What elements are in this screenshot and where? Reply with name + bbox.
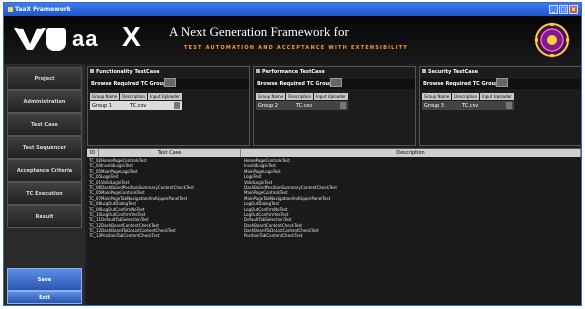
browse-label: Browse Required TC Group xyxy=(91,81,167,87)
column-description[interactable]: Description xyxy=(120,93,148,100)
header-banner: aa X A Next Generation Framework for TES… xyxy=(4,16,581,64)
browse-button[interactable] xyxy=(164,78,176,87)
panel-icon xyxy=(90,69,94,73)
browse-button[interactable] xyxy=(496,78,508,87)
app-icon xyxy=(8,7,13,12)
column-group-name[interactable]: Group Name xyxy=(422,93,452,100)
panel-title: Security TestCase xyxy=(428,69,478,75)
group-row[interactable]: Group 1 TC.csv xyxy=(90,101,182,110)
maximize-button[interactable]: □ xyxy=(559,5,568,14)
column-header-id[interactable]: ID xyxy=(87,149,99,157)
panel-title: Performance TestCase xyxy=(262,69,325,75)
sidebar-item-acceptance-criteria[interactable]: Acceptance Criteria xyxy=(7,159,82,182)
functionality-testcase-panel: Functionality TestCase Browse Required T… xyxy=(87,66,250,146)
browse-button[interactable] xyxy=(330,78,342,87)
sidebar-item-test-sequencer[interactable]: Test Sequencer xyxy=(7,136,82,159)
cell-description: PositionTabContentCheckTest xyxy=(244,233,303,239)
gear-emblem-icon xyxy=(534,22,570,58)
group-name: Group 1 xyxy=(92,103,112,109)
column-header-description[interactable]: Description xyxy=(241,149,581,157)
panel-icon xyxy=(256,69,260,73)
minimize-button[interactable]: _ xyxy=(549,5,558,14)
cell-test-case: PositionTabContentCheckTest xyxy=(101,233,160,239)
group-file: TC.csv xyxy=(296,103,313,109)
security-testcase-panel: Security TestCase Browse Required TC Gro… xyxy=(419,66,581,146)
column-description[interactable]: Description xyxy=(452,93,480,100)
panel-title: Functionality TestCase xyxy=(96,69,160,75)
testcase-table: ID Test Case Description TC_02 HomePageCo… xyxy=(87,148,581,305)
save-button[interactable]: Save xyxy=(7,268,82,291)
column-input-uploader[interactable]: Input Uploader xyxy=(314,93,348,100)
cell-id: TC_13 xyxy=(89,233,102,239)
column-input-uploader[interactable]: Input Uploader xyxy=(148,93,182,100)
column-description[interactable]: Description xyxy=(286,93,314,100)
sidebar-item-result[interactable]: Result xyxy=(7,205,82,228)
performance-testcase-panel: Performance TestCase Browse Required TC … xyxy=(253,66,416,146)
sidebar-nav: Project Administration Test Case Test Se… xyxy=(4,64,85,305)
group-name: Group 2 xyxy=(258,103,278,109)
group-row[interactable]: Group 3 TC.csv xyxy=(422,101,514,110)
browse-label: Browse Required TC Group xyxy=(257,81,333,87)
banner-headline: A Next Generation Framework for xyxy=(169,24,349,39)
group-file: TC.csv xyxy=(130,103,147,109)
sidebar-item-project[interactable]: Project xyxy=(7,67,82,90)
group-name: Group 3 xyxy=(424,103,444,109)
brand-logo-x: X xyxy=(122,21,141,52)
upload-button[interactable] xyxy=(174,102,180,109)
title-bar[interactable]: TaaX Framework _ □ x xyxy=(4,3,581,16)
close-button[interactable]: x xyxy=(569,5,578,14)
brand-logo-t xyxy=(46,28,66,51)
sidebar-item-tc-execution[interactable]: TC Execution xyxy=(7,182,82,205)
banner-tagline: TEST AUTOMATION AND ACCEPTANCE WITH EXTE… xyxy=(184,45,409,51)
column-input-uploader[interactable]: Input Uploader xyxy=(480,93,514,100)
column-header-test-case[interactable]: Test Case xyxy=(99,149,241,157)
exit-button[interactable]: Exit xyxy=(7,291,82,304)
window-title: TaaX Framework xyxy=(15,6,71,13)
table-body: TC_02 HomePageControlsTest HomePageControl… xyxy=(87,158,581,239)
upload-button[interactable] xyxy=(506,102,512,109)
panel-icon xyxy=(422,69,426,73)
column-group-name[interactable]: Group Name xyxy=(256,93,286,100)
group-row[interactable]: Group 2 TC.csv xyxy=(256,101,348,110)
brand-logo-aa: aa xyxy=(72,26,99,51)
brand-logo xyxy=(14,27,46,50)
main-window: TaaX Framework _ □ x aa X A Next Generat… xyxy=(3,2,582,306)
upload-button[interactable] xyxy=(340,102,346,109)
column-group-name[interactable]: Group Name xyxy=(90,93,120,100)
sidebar-item-test-case[interactable]: Test Case xyxy=(7,113,82,136)
group-file: TC.csv xyxy=(462,103,479,109)
sidebar-item-administration[interactable]: Administration xyxy=(7,90,82,113)
table-row[interactable]: TC_13 PositionTabContentCheckTest Position… xyxy=(87,233,581,238)
browse-label: Browse Required TC Group xyxy=(423,81,499,87)
